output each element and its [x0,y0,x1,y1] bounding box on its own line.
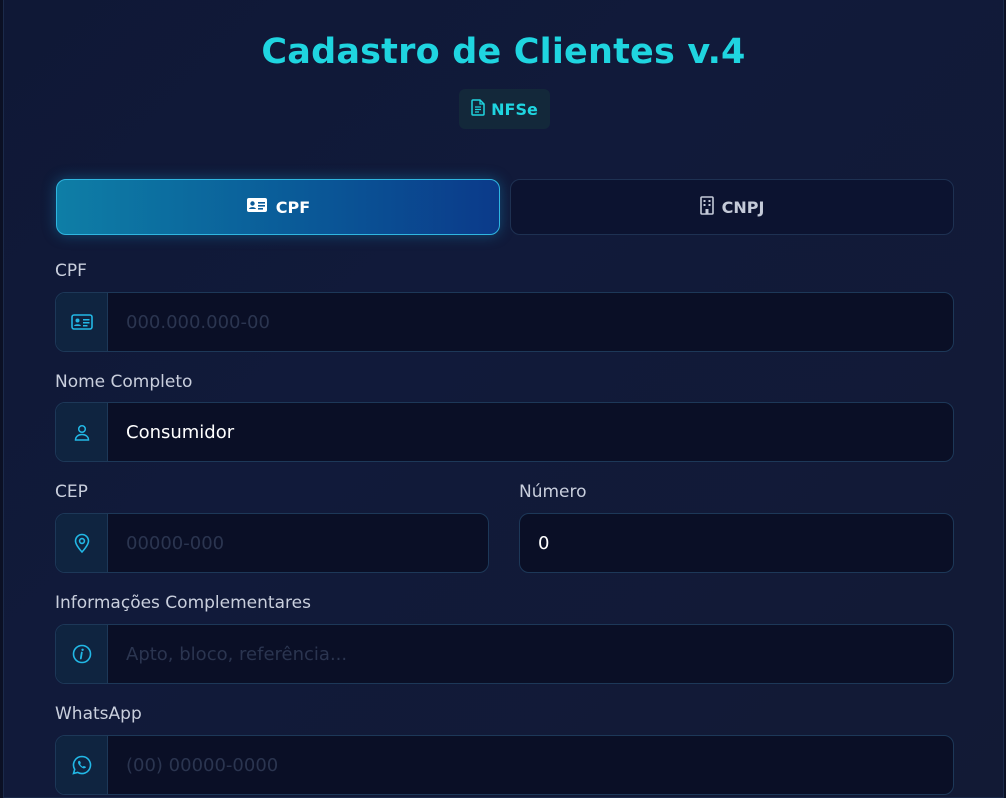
form-panel: Cadastro de Clientes v.4 NFSe CPF CNPJ C… [3,0,1004,798]
nfse-badge-label: NFSe [491,99,538,119]
numero-field [519,513,954,573]
cpf-label: CPF [55,261,87,281]
cep-label: CEP [55,482,88,502]
nome-label: Nome Completo [55,372,193,392]
page-title: Cadastro de Clientes v.4 [261,32,746,72]
whatsapp-icon [56,736,108,794]
complemento-field [55,624,954,684]
complemento-input[interactable] [108,625,953,683]
cep-field [55,513,489,573]
whatsapp-label: WhatsApp [55,704,142,724]
building-icon [699,195,714,219]
tab-cpf[interactable]: CPF [56,179,500,235]
document-icon [471,98,485,120]
nome-field [55,402,954,462]
cep-input[interactable] [108,514,488,572]
id-card-icon [56,293,108,351]
whatsapp-input[interactable] [108,736,953,794]
tab-cnpj[interactable]: CNPJ [510,179,954,235]
user-icon [56,403,108,461]
numero-label: Número [519,482,587,502]
id-card-icon [246,197,268,217]
numero-input[interactable] [520,514,953,572]
tab-cpf-label: CPF [275,197,311,217]
nome-input[interactable] [108,403,953,461]
whatsapp-field [55,735,954,795]
cpf-field [55,292,954,352]
cpf-input[interactable] [108,293,953,351]
info-icon [56,625,108,683]
complemento-label: Informações Complementares [55,593,311,613]
nfse-badge[interactable]: NFSe [459,89,550,129]
map-pin-icon [56,514,108,572]
tab-cnpj-label: CNPJ [721,197,765,217]
